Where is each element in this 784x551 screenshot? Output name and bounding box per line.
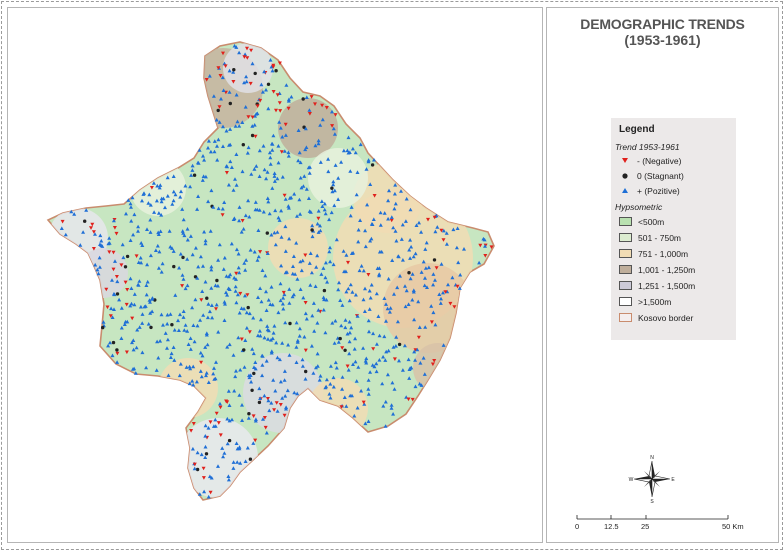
stagnant-marker xyxy=(248,457,253,461)
stagnant-marker xyxy=(181,255,185,260)
kosovo-map xyxy=(46,41,495,501)
stagnant-marker xyxy=(274,69,278,73)
compass-w: W xyxy=(629,477,634,483)
trend-heading: Trend 1953-1961 xyxy=(615,142,680,152)
compass-rose-icon: N E S W xyxy=(629,455,676,504)
scale-label-12-5: 12.5 xyxy=(604,522,619,531)
triangle-down-icon xyxy=(622,158,628,163)
stagnant-marker xyxy=(330,186,334,190)
stagnant-marker xyxy=(250,133,255,138)
stagnant-marker xyxy=(192,173,197,177)
stagnant-marker xyxy=(338,336,342,341)
stagnant-marker xyxy=(172,264,176,269)
stagnant-marker xyxy=(111,340,116,345)
scale-label-0: 0 xyxy=(575,522,580,531)
stagnant-marker xyxy=(432,258,437,262)
legend: Legend Trend 1953-1961 - (Negative) 0 (S… xyxy=(611,118,736,340)
stagnant-marker xyxy=(83,219,87,223)
stagnant-marker xyxy=(247,412,251,416)
stagnant-marker xyxy=(242,348,246,352)
stagnant-marker xyxy=(301,97,305,101)
stagnant-marker xyxy=(123,265,128,269)
stagnant-marker xyxy=(250,388,254,392)
stagnant-marker xyxy=(310,228,314,232)
side-panel: DEMOGRAPHIC TRENDS (1953-1961) Legend Tr… xyxy=(546,7,779,543)
stagnant-marker xyxy=(288,321,292,326)
compass-s: S xyxy=(650,499,654,504)
stagnant-marker xyxy=(246,305,250,310)
dot-icon xyxy=(622,173,628,179)
triangle-up-icon xyxy=(622,188,628,193)
stagnant-marker xyxy=(216,108,220,113)
stagnant-marker xyxy=(265,231,269,235)
map-panel xyxy=(7,7,543,543)
scale-label-25: 25 xyxy=(641,522,650,531)
stagnant-marker xyxy=(125,254,130,259)
stagnant-marker xyxy=(252,371,256,376)
scale-bar: 0 12.5 25 50 Km xyxy=(569,514,749,544)
compass-n: N xyxy=(650,455,654,461)
stagnant-marker xyxy=(232,68,236,72)
stagnant-marker xyxy=(115,348,119,352)
stagnant-marker xyxy=(205,296,209,300)
stagnant-marker xyxy=(257,400,262,405)
stagnant-marker xyxy=(370,163,375,167)
compass-e: E xyxy=(671,477,675,483)
map-title: DEMOGRAPHIC TRENDS xyxy=(580,16,745,32)
stagnant-marker xyxy=(115,292,120,296)
stagnant-marker xyxy=(204,452,209,456)
stagnant-marker xyxy=(266,82,271,87)
stagnant-marker xyxy=(322,288,327,293)
map-subtitle: (1953-1961) xyxy=(624,32,701,48)
stagnant-marker xyxy=(215,278,219,283)
stagnant-marker xyxy=(101,325,105,330)
stagnant-marker xyxy=(253,71,257,76)
stagnant-marker xyxy=(170,323,174,327)
scale-bar-graphic xyxy=(576,515,729,520)
stagnant-marker xyxy=(343,348,347,352)
stagnant-marker xyxy=(228,101,232,106)
stagnant-marker xyxy=(149,325,153,330)
stagnant-marker xyxy=(241,143,245,147)
stagnant-marker xyxy=(407,271,411,275)
stagnant-marker xyxy=(195,467,200,472)
legend-title: Legend xyxy=(619,124,655,135)
scale-label-50: 50 Km xyxy=(722,522,744,531)
stagnant-marker xyxy=(227,438,232,443)
stagnant-marker xyxy=(397,342,402,347)
stagnant-marker xyxy=(304,369,308,374)
hypsometric-heading: Hypsometric xyxy=(615,202,663,212)
